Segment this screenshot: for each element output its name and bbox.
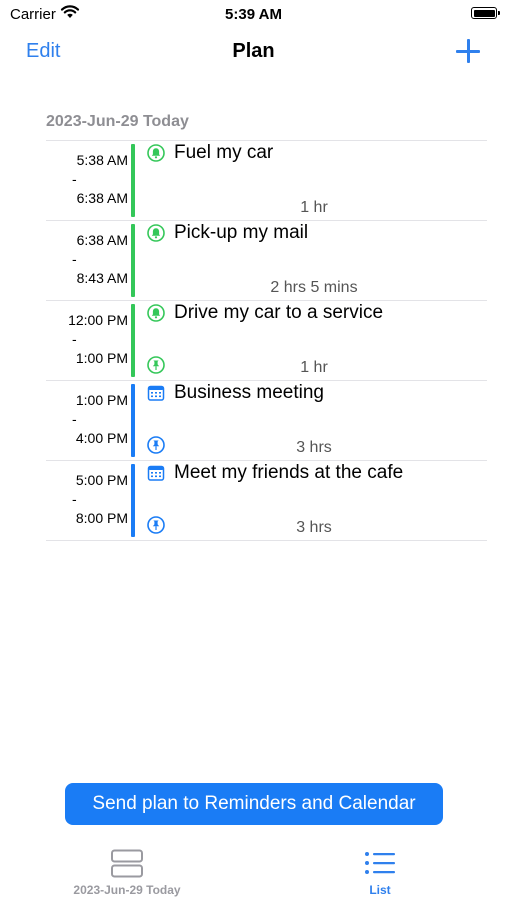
row-divider <box>46 460 487 461</box>
calendar-icon <box>147 464 165 482</box>
duration-label: 3 hrs <box>296 439 332 456</box>
row-divider <box>46 220 487 221</box>
tab-list-label: List <box>369 883 391 897</box>
start-time: 5:00 PM <box>75 472 128 488</box>
status-time: 5:39 AM <box>225 6 282 23</box>
time-separator: - <box>72 411 77 427</box>
type-color-bar <box>131 224 135 297</box>
type-color-bar <box>131 144 135 217</box>
calendar-icon <box>147 384 165 402</box>
row-divider <box>46 140 487 141</box>
plan-list: 5:38 AM - 6:38 AM Fuel my car 1 hr 6:38 … <box>0 140 507 541</box>
plan-item[interactable]: 12:00 PM - 1:00 PM Drive my car to a ser… <box>0 300 507 380</box>
task-title: Fuel my car <box>174 142 274 163</box>
end-time: 4:00 PM <box>75 430 128 446</box>
day-view-icon <box>110 849 144 879</box>
bell-icon <box>147 304 165 322</box>
battery-icon <box>471 7 500 19</box>
end-time: 8:00 PM <box>75 510 128 526</box>
plus-icon[interactable] <box>455 38 481 64</box>
type-color-bar <box>131 384 135 457</box>
bell-icon <box>147 224 165 242</box>
task-title: Business meeting <box>174 382 324 403</box>
duration-label: 1 hr <box>300 199 328 216</box>
pin-icon[interactable] <box>147 436 165 454</box>
duration-label: 3 hrs <box>296 519 332 536</box>
type-color-bar <box>131 304 135 377</box>
row-divider <box>46 380 487 381</box>
time-separator: - <box>72 171 77 187</box>
type-color-bar <box>131 464 135 537</box>
time-separator: - <box>72 251 77 267</box>
tab-today-label: 2023-Jun-29 Today <box>73 883 181 897</box>
row-divider <box>46 300 487 301</box>
time-separator: - <box>72 491 77 507</box>
start-time: 12:00 PM <box>68 312 128 328</box>
tab-list[interactable]: List <box>300 840 460 900</box>
task-title: Drive my car to a service <box>174 302 384 323</box>
task-title: Pick-up my mail <box>174 222 309 243</box>
pin-icon[interactable] <box>147 516 165 534</box>
task-title: Meet my friends at the cafe <box>174 462 404 483</box>
bell-icon <box>147 144 165 162</box>
plan-item[interactable]: 6:38 AM - 8:43 AM Pick-up my mail 2 hrs … <box>0 220 507 300</box>
end-time: 8:43 AM <box>76 270 128 286</box>
plan-item[interactable]: 5:38 AM - 6:38 AM Fuel my car 1 hr <box>0 140 507 220</box>
pin-icon[interactable] <box>147 356 165 374</box>
tab-today[interactable]: 2023-Jun-29 Today <box>47 840 207 900</box>
time-separator: - <box>72 331 77 347</box>
section-header: 2023-Jun-29 Today <box>46 113 189 130</box>
send-plan-button[interactable]: Send plan to Reminders and Calendar <box>65 783 443 825</box>
row-divider <box>46 540 487 541</box>
plan-item[interactable]: 5:00 PM - 8:00 PM Meet my friends at the… <box>0 460 507 541</box>
duration-label: 2 hrs 5 mins <box>270 279 358 296</box>
duration-label: 1 hr <box>300 359 328 376</box>
start-time: 6:38 AM <box>76 232 128 248</box>
list-icon <box>363 849 397 879</box>
page-title: Plan <box>232 40 275 62</box>
status-bar: Carrier 5:39 AM <box>0 0 507 30</box>
plan-item[interactable]: 1:00 PM - 4:00 PM Business meeting 3 hrs <box>0 380 507 460</box>
start-time: 1:00 PM <box>75 392 128 408</box>
end-time: 1:00 PM <box>75 350 128 366</box>
end-time: 6:38 AM <box>76 190 128 206</box>
start-time: 5:38 AM <box>76 152 128 168</box>
tab-bar: 2023-Jun-29 Today List <box>0 840 507 900</box>
